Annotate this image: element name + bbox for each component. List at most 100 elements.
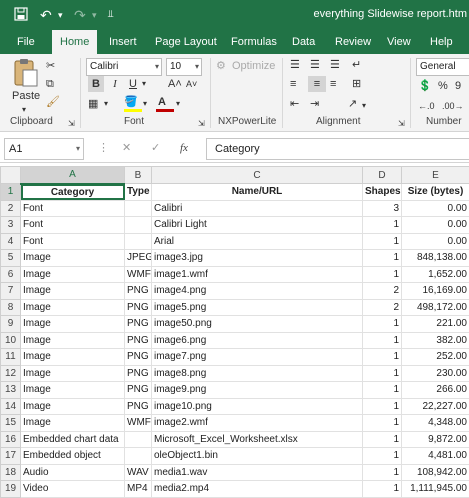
merge-center-icon[interactable]: ⊞ [352,76,361,92]
orientation-dropdown-icon[interactable]: ▾ [362,98,366,114]
save-icon[interactable] [14,7,28,25]
cell-name[interactable]: Arial [152,233,363,250]
cell-type[interactable] [125,217,152,234]
cell-category[interactable]: Image [21,382,125,399]
font-launcher-icon[interactable]: ⇲ [198,116,205,132]
tab-insert[interactable]: Insert [109,30,137,54]
cell-type[interactable]: WMF [125,415,152,432]
column-header-a[interactable]: A [21,167,125,184]
column-header-d[interactable]: D [363,167,402,184]
cell-size[interactable]: 4,348.00 [402,415,469,432]
cell-name[interactable]: image10.png [152,398,363,415]
row-header[interactable]: 5 [1,250,21,267]
cell-category[interactable]: Image [21,299,125,316]
row-header[interactable]: 19 [1,481,21,498]
row-header[interactable]: 15 [1,415,21,432]
cell-name[interactable]: media1.wav [152,464,363,481]
decrease-font-size-button[interactable]: A˅ [186,76,197,92]
cell-category[interactable]: Image [21,332,125,349]
row-header[interactable]: 7 [1,283,21,300]
cancel-icon[interactable]: ✕ [122,140,131,156]
underline-button[interactable]: U [126,76,140,92]
cell-shapes[interactable]: 1 [363,464,402,481]
font-size-select[interactable]: 10▾ [166,58,202,76]
cell-category[interactable]: Image [21,365,125,382]
italic-button[interactable]: I [108,76,122,92]
name-box[interactable]: A1▾ [4,138,84,160]
tab-review[interactable]: Review [335,30,371,54]
undo-icon[interactable]: ↶ [40,6,52,24]
cell-type[interactable]: PNG [125,316,152,333]
cell-size[interactable]: 221.00 [402,316,469,333]
cell-category[interactable]: Image [21,316,125,333]
cell-name[interactable]: image7.png [152,349,363,366]
header-cell-category[interactable]: Category [21,184,125,201]
borders-dropdown-icon[interactable]: ▾ [104,96,108,112]
row-header[interactable]: 3 [1,217,21,234]
increase-decimal-icon[interactable]: ←.0 [418,98,435,114]
cell-type[interactable]: PNG [125,299,152,316]
cell-type[interactable]: PNG [125,382,152,399]
row-header[interactable]: 14 [1,398,21,415]
tab-data[interactable]: Data [292,30,315,54]
cell-type[interactable]: PNG [125,365,152,382]
font-color-icon[interactable]: A [158,94,166,110]
cell-category[interactable]: Image [21,250,125,267]
cell-name[interactable]: Calibri Light [152,217,363,234]
cell-type[interactable]: PNG [125,398,152,415]
cell-category[interactable]: Image [21,415,125,432]
cell-category[interactable]: Font [21,200,125,217]
cell-category[interactable]: Embedded object [21,448,125,465]
cell-type[interactable]: PNG [125,283,152,300]
cell-shapes[interactable]: 1 [363,217,402,234]
cell-name[interactable]: image4.png [152,283,363,300]
borders-icon[interactable]: ▦ [88,96,98,112]
cell-size[interactable]: 848,138.00 [402,250,469,267]
cell-type[interactable]: WAV [125,464,152,481]
cell-size[interactable]: 0.00 [402,217,469,234]
bold-button[interactable]: B [88,76,104,92]
cell-type[interactable]: MP4 [125,481,152,498]
comma-style-button[interactable]: 9 [455,78,461,94]
cell-name[interactable]: image8.png [152,365,363,382]
cell-category[interactable]: Image [21,398,125,415]
cell-category[interactable]: Font [21,233,125,250]
cell-size[interactable]: 498,172.00 [402,299,469,316]
cell-size[interactable]: 230.00 [402,365,469,382]
cell-type[interactable] [125,431,152,448]
cell-type[interactable] [125,448,152,465]
cell-shapes[interactable]: 1 [363,448,402,465]
row-header[interactable]: 16 [1,431,21,448]
cell-name[interactable]: media2.mp4 [152,481,363,498]
cell-name[interactable]: image2.wmf [152,415,363,432]
tab-view[interactable]: View [387,30,411,54]
cell-size[interactable]: 382.00 [402,332,469,349]
cell-shapes[interactable]: 1 [363,431,402,448]
cell-type[interactable]: PNG [125,332,152,349]
accounting-format-icon[interactable]: 💲 [418,78,432,94]
cell-size[interactable]: 266.00 [402,382,469,399]
column-header-e[interactable]: E [402,167,469,184]
cell-size[interactable]: 4,481.00 [402,448,469,465]
cell-name[interactable]: image1.wmf [152,266,363,283]
cell-size[interactable]: 22,227.00 [402,398,469,415]
paste-label[interactable]: Paste [12,88,40,104]
undo-dropdown-icon[interactable]: ▾ [58,6,63,24]
cell-type[interactable] [125,233,152,250]
tab-home[interactable]: Home [52,30,97,54]
align-center-icon[interactable]: ≡ [308,76,326,92]
cell-name[interactable]: image50.png [152,316,363,333]
cell-shapes[interactable]: 1 [363,382,402,399]
middle-align-icon[interactable]: ☰ [310,57,320,73]
copy-icon[interactable]: ⧉ [46,76,54,92]
cell-category[interactable]: Font [21,217,125,234]
cell-name[interactable]: Microsoft_Excel_Worksheet.xlsx [152,431,363,448]
cell-shapes[interactable]: 1 [363,332,402,349]
enter-icon[interactable]: ✓ [151,140,160,156]
fill-color-dropdown-icon[interactable]: ▾ [143,96,147,112]
formula-input[interactable]: Category [206,138,469,160]
cell-category[interactable]: Image [21,283,125,300]
redo-icon[interactable]: ↷ [74,6,86,24]
cell-category[interactable]: Audio [21,464,125,481]
underline-dropdown-icon[interactable]: ▾ [142,76,146,92]
